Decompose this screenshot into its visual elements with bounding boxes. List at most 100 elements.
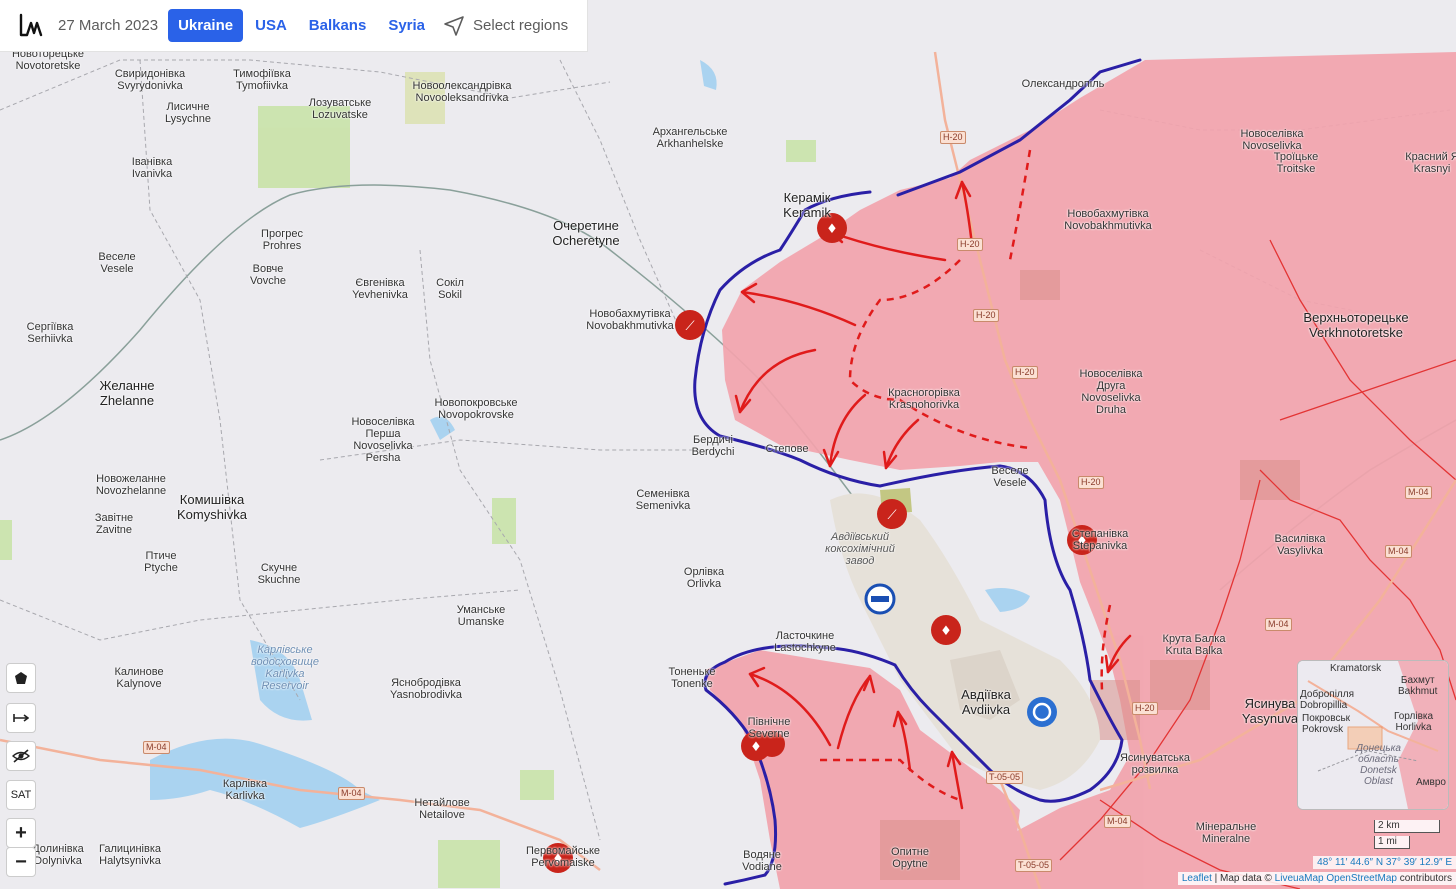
minimap-label: Горлівка Horlivka xyxy=(1394,711,1434,733)
place-label: Вовче Vovche xyxy=(249,263,287,287)
liveuamap-logo[interactable] xyxy=(10,6,50,46)
road-shield: M-04 xyxy=(1265,618,1292,631)
region-tab-ukraine[interactable]: Ukraine xyxy=(168,9,244,42)
eye-slash-icon xyxy=(12,749,30,763)
road-shield: M-04 xyxy=(1405,486,1432,499)
place-label: Лозуватське Lozuvatske xyxy=(308,97,372,121)
place-label: Желанне Zhelanne xyxy=(99,378,155,408)
navigation-arrow-icon xyxy=(444,15,464,36)
place-label: Карлівка Karlivka xyxy=(222,778,268,802)
place-label: Верхньоторецьке Verkhnotoretske xyxy=(1303,310,1409,340)
place-label: Новоселівка Перша Novoselivka Persha xyxy=(351,416,415,464)
place-label: Керамік Keramik xyxy=(783,190,831,220)
place-label: Євгенівка Yevhenivka xyxy=(352,277,408,301)
place-label: Птиче Ptyche xyxy=(144,550,178,574)
osm-link[interactable]: OpenStreetMap xyxy=(1326,873,1397,884)
place-label: Новопокровське Novopokrovske xyxy=(434,397,518,421)
road-shield: H-20 xyxy=(957,238,983,251)
place-label: Бердичі Berdychi xyxy=(691,434,735,458)
place-label: Веселе Vesele xyxy=(98,251,136,275)
draw-polygon-button[interactable] xyxy=(6,663,36,693)
place-label: Веселе Vesele xyxy=(991,465,1029,489)
place-label: Новожеланне Novozhelanne xyxy=(95,473,167,497)
road-shield: H-20 xyxy=(940,131,966,144)
place-label: Василівка Vasylivka xyxy=(1274,533,1326,557)
place-label: Тоненьке Tonenke xyxy=(668,666,716,690)
place-label: Авдіївський коксохімічний завод xyxy=(825,531,895,567)
place-label: Скучне Skuchne xyxy=(257,562,301,586)
select-regions-label: Select regions xyxy=(473,17,569,34)
place-label: Тимофіївка Tymofiivka xyxy=(233,68,291,92)
place-label: Новобахмутівка Novobakhmutivka xyxy=(586,308,674,332)
region-tab-syria[interactable]: Syria xyxy=(378,9,435,42)
region-tab-usa[interactable]: USA xyxy=(245,9,297,42)
place-label: Новобахмутівка Novobakhmutivka xyxy=(1064,208,1152,232)
place-label: Іванівка Ivanivka xyxy=(131,156,173,180)
logo-icon xyxy=(19,13,43,36)
road-shield: H-20 xyxy=(1012,366,1038,379)
arrows-icon xyxy=(13,714,29,722)
road-shield: M-04 xyxy=(1385,545,1412,558)
place-label: Опитне Opytne xyxy=(891,846,929,870)
place-label: Яснобродівка Yasnobrodivka xyxy=(390,677,462,701)
place-label: Галицинівка Halytsynivka xyxy=(99,843,161,867)
minimap-label: Донецька область Donetsk Oblast xyxy=(1356,743,1401,787)
place-label: Новоселівка Друга Novoselivka Druha xyxy=(1079,368,1143,416)
minimap-label: Бахмут Bakhmut xyxy=(1398,675,1438,697)
svg-text:⟋: ⟋ xyxy=(685,319,695,334)
measure-button[interactable] xyxy=(6,703,36,733)
minimap-label: Kramatorsk xyxy=(1330,663,1382,674)
place-label: Красний Я Krasnyi xyxy=(1405,151,1456,175)
road-shield: H-20 xyxy=(1078,476,1104,489)
place-label: Карлівське водосховище Karlivka Reservoir xyxy=(251,644,319,692)
place-label: Первомайське Pervomaiske xyxy=(525,845,601,869)
place-label: Семенівка Semenivka xyxy=(635,488,691,512)
place-label: Олександропіль xyxy=(1021,78,1105,90)
place-label: Калинове Kalynove xyxy=(114,666,164,690)
zoom-out-button[interactable]: − xyxy=(6,847,36,877)
place-label: Орлівка Orlivka xyxy=(683,566,725,590)
leaflet-link[interactable]: Leaflet xyxy=(1182,873,1212,884)
place-label: Сергіївка Serhiivka xyxy=(26,321,74,345)
region-tab-balkans[interactable]: Balkans xyxy=(299,9,377,42)
hide-layers-button[interactable] xyxy=(6,741,36,771)
place-label: Уманське Umanske xyxy=(456,604,506,628)
minimap-label: Амвро xyxy=(1416,777,1446,788)
svg-text:♦: ♦ xyxy=(750,740,762,755)
place-label: Північне Severne xyxy=(747,716,791,740)
place-label: Крута Балка Kruta Balka xyxy=(1162,633,1226,657)
attribution-text: | Map data © xyxy=(1211,873,1275,884)
place-label: Мінеральне Mineralne xyxy=(1195,821,1257,845)
svg-text:♦: ♦ xyxy=(940,624,952,639)
minimap[interactable]: Kramatorsk Бахмут Bakhmut Добропілля Dobro… xyxy=(1297,660,1449,810)
road-shield: M-04 xyxy=(338,787,365,800)
satellite-toggle[interactable]: SAT xyxy=(6,780,36,810)
road-shield: T-05-05 xyxy=(1015,859,1053,872)
road-shield: M-04 xyxy=(1104,815,1131,828)
road-shield: H-20 xyxy=(973,309,999,322)
coordinates-readout: 48° 11′ 44.6″ N 37° 39′ 12.9″ E xyxy=(1313,856,1456,869)
attribution-text: contributors xyxy=(1396,873,1452,884)
attribution: Leaflet | Map data © LiveuaMap OpenStree… xyxy=(1177,872,1456,885)
zoom-in-button[interactable]: + xyxy=(6,818,36,848)
place-label: Ясинува Yasynuva xyxy=(1241,696,1299,726)
place-label: Нетайлове Netailove xyxy=(414,797,470,821)
place-label: Прогрес Prohres xyxy=(261,228,303,252)
place-label: Новоолександрівка Novooleksandrivka xyxy=(412,80,512,104)
pentagon-icon xyxy=(15,672,27,684)
place-label: Троїцьке Troitske xyxy=(1273,151,1319,175)
place-label: Сокіл Sokil xyxy=(436,277,464,301)
road-shield: H-20 xyxy=(1132,702,1158,715)
select-regions-button[interactable]: Select regions xyxy=(443,15,568,37)
date-label[interactable]: 27 March 2023 xyxy=(58,17,158,34)
place-label: Новоселівка Novoselivka xyxy=(1240,128,1304,152)
place-label: Долинівка Dolynivka xyxy=(32,843,84,867)
place-label: Очеретине Ocheretyne xyxy=(552,218,620,248)
place-label: Водяне Vodiane xyxy=(742,849,782,873)
place-label: Лисичне Lysychne xyxy=(164,101,212,125)
svg-text:⟋: ⟋ xyxy=(887,508,897,523)
place-label: Архангельське Arkhanhelske xyxy=(652,126,728,150)
place-label: Степове xyxy=(765,443,809,455)
place-label: Завітне Zavitne xyxy=(94,512,134,536)
liveuamap-link[interactable]: LiveuaMap xyxy=(1275,873,1324,884)
